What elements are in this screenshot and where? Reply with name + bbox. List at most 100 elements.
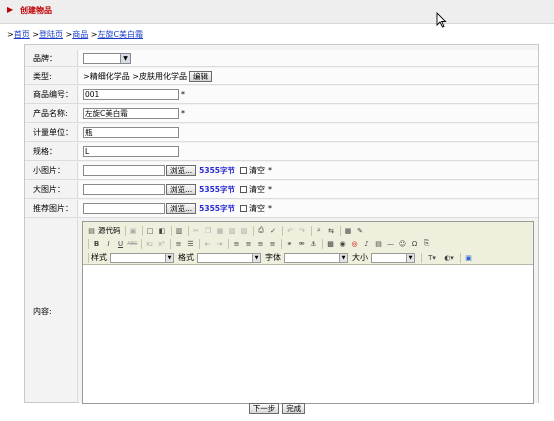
- paste-text-icon[interactable]: ▧: [227, 226, 238, 236]
- media-icon[interactable]: ◎: [349, 239, 360, 249]
- product-form: 品牌： ▼ 类型: >精细化学品 >皮肤用化学品 编辑 商品编号： 001 * …: [24, 44, 539, 404]
- breadcrumb-product-link[interactable]: 左旋C美白霜: [97, 30, 143, 39]
- editor-content-area[interactable]: [83, 266, 533, 403]
- source-code-button[interactable]: ▤ 源代码: [86, 225, 120, 236]
- format-combo[interactable]: 格式 ▼: [178, 252, 261, 263]
- large-image-path-input[interactable]: [83, 184, 165, 195]
- chevron-down-icon: ▼: [340, 252, 348, 263]
- brand-select[interactable]: ▼: [83, 52, 131, 64]
- next-button[interactable]: 下一步: [248, 403, 280, 414]
- anchor-icon[interactable]: ⚓: [308, 239, 319, 249]
- table-icon[interactable]: ▤: [373, 239, 384, 249]
- title-arrow-icon: ▶: [7, 5, 14, 14]
- cut-icon[interactable]: ✂: [191, 226, 202, 236]
- large-image-size: 5355字节: [199, 185, 236, 194]
- chevron-down-icon: ▼: [253, 252, 261, 263]
- about-icon[interactable]: ▣: [463, 253, 474, 263]
- recommend-image-clear-checkbox[interactable]: [240, 205, 248, 212]
- outdent-icon[interactable]: ⇤: [202, 239, 213, 249]
- product-name-row: 产品名称: 左旋C美白霜 *: [25, 105, 538, 123]
- align-left-icon[interactable]: ≡: [231, 239, 242, 249]
- small-image-browse-button[interactable]: 浏览...: [166, 165, 197, 176]
- recommend-image-size: 5355字节: [199, 204, 236, 213]
- content-label: 内容:: [25, 219, 78, 403]
- strikethrough-button[interactable]: ABC: [127, 239, 138, 249]
- small-image-path-input[interactable]: [83, 165, 165, 176]
- new-page-icon[interactable]: □: [145, 226, 156, 236]
- product-name-input[interactable]: 左旋C美白霜: [83, 108, 179, 119]
- align-justify-icon[interactable]: ≡: [267, 239, 278, 249]
- mouse-cursor-icon: [436, 12, 447, 28]
- spellcheck-icon[interactable]: ✓: [268, 226, 279, 236]
- title-bar: ▶ 创建物品: [0, 0, 554, 24]
- large-image-clear-checkbox[interactable]: [240, 186, 248, 193]
- spec-label: 规格：: [25, 143, 78, 160]
- small-image-row: 小图片： 浏览... 5355字节 清空 *: [25, 162, 538, 180]
- style-combo[interactable]: 样式 ▼: [91, 252, 174, 263]
- page-break-icon[interactable]: ⎘: [421, 239, 432, 249]
- replace-icon[interactable]: ⇆: [326, 226, 337, 236]
- small-image-label: 小图片：: [25, 162, 78, 179]
- category-value: >精细化学品 >皮肤用化学品: [83, 71, 187, 81]
- numbered-list-icon[interactable]: ≡: [173, 239, 184, 249]
- align-right-icon[interactable]: ≡: [255, 239, 266, 249]
- redo-icon[interactable]: ↷: [297, 226, 308, 236]
- chevron-down-icon: ▼: [166, 252, 174, 263]
- italic-button[interactable]: I: [103, 239, 114, 249]
- align-center-icon[interactable]: ≡: [243, 239, 254, 249]
- image-icon[interactable]: ▩: [325, 239, 336, 249]
- large-image-browse-button[interactable]: 浏览...: [166, 184, 197, 195]
- recommend-image-path-input[interactable]: [83, 203, 165, 214]
- editor-toolbar: ▤ 源代码 ▣ □ ◧ ▥ ✂ ❐ ▦ ▧ ▨ ⎙ ✓ ↶ ↷ ⌕ ⇆ ▦ ✎ …: [83, 222, 533, 265]
- spec-input[interactable]: L: [83, 146, 179, 157]
- superscript-icon[interactable]: x²: [156, 239, 167, 249]
- templates-icon[interactable]: ▥: [174, 226, 185, 236]
- spec-row: 规格： L: [25, 143, 538, 161]
- special-char-icon[interactable]: Ω: [409, 239, 420, 249]
- paste-icon[interactable]: ▦: [215, 226, 226, 236]
- select-all-icon[interactable]: ▦: [343, 226, 354, 236]
- unlink-icon[interactable]: ⚮: [296, 239, 307, 249]
- text-color-icon[interactable]: T▾: [424, 253, 440, 263]
- unit-input[interactable]: 瓶: [83, 127, 179, 138]
- recommend-image-row: 推荐图片： 浏览... 5355字节 清空 *: [25, 200, 538, 218]
- required-mark: *: [268, 204, 273, 213]
- horizontal-rule-icon[interactable]: —: [385, 239, 396, 249]
- music-icon[interactable]: ♪: [361, 239, 372, 249]
- save-icon[interactable]: ▣: [128, 226, 139, 236]
- small-image-clear-checkbox[interactable]: [240, 167, 248, 174]
- product-no-row: 商品编号： 001 *: [25, 86, 538, 104]
- font-combo[interactable]: 字体 ▼: [265, 252, 348, 263]
- indent-icon[interactable]: ⇥: [214, 239, 225, 249]
- undo-icon[interactable]: ↶: [285, 226, 296, 236]
- category-row: 类型: >精细化学品 >皮肤用化学品 编辑: [25, 68, 538, 85]
- recommend-image-browse-button[interactable]: 浏览...: [166, 203, 197, 214]
- remove-format-icon[interactable]: ✎: [355, 226, 366, 236]
- toolbar-row-1: ▤ 源代码 ▣ □ ◧ ▥ ✂ ❐ ▦ ▧ ▨ ⎙ ✓ ↶ ↷ ⌕ ⇆ ▦ ✎: [86, 224, 367, 237]
- underline-button[interactable]: U: [115, 239, 126, 249]
- flash-icon[interactable]: ◉: [337, 239, 348, 249]
- product-no-input[interactable]: 001: [83, 89, 179, 100]
- paste-word-icon[interactable]: ▨: [239, 226, 250, 236]
- print-icon[interactable]: ⎙: [256, 226, 267, 236]
- find-icon[interactable]: ⌕: [314, 226, 325, 236]
- breadcrumb-goods-link[interactable]: 商品: [72, 30, 88, 39]
- bold-button[interactable]: B: [91, 239, 102, 249]
- breadcrumb-login-link[interactable]: 登陆页: [39, 30, 63, 39]
- edit-category-button[interactable]: 编辑: [188, 70, 212, 82]
- smiley-icon[interactable]: ☺: [397, 239, 408, 249]
- bg-color-icon[interactable]: ◐▾: [441, 253, 457, 263]
- required-mark: *: [268, 166, 273, 175]
- finish-button[interactable]: 完成: [282, 403, 306, 414]
- copy-icon[interactable]: ❐: [203, 226, 214, 236]
- breadcrumb-home-link[interactable]: 首页: [14, 30, 30, 39]
- toolbar-row-3: 样式 ▼ 格式 ▼ 字体 ▼ 大小 ▼ T▾ ◐▾ ▣: [86, 251, 475, 264]
- source-icon: ▤: [88, 226, 95, 235]
- link-icon[interactable]: ⚭: [284, 239, 295, 249]
- recommend-image-label: 推荐图片：: [25, 200, 78, 217]
- preview-icon[interactable]: ◧: [157, 226, 168, 236]
- large-image-row: 大图片： 浏览... 5355字节 清空 *: [25, 181, 538, 199]
- subscript-icon[interactable]: x₂: [144, 239, 155, 249]
- size-combo[interactable]: 大小 ▼: [352, 252, 415, 263]
- bulleted-list-icon[interactable]: ☰: [185, 239, 196, 249]
